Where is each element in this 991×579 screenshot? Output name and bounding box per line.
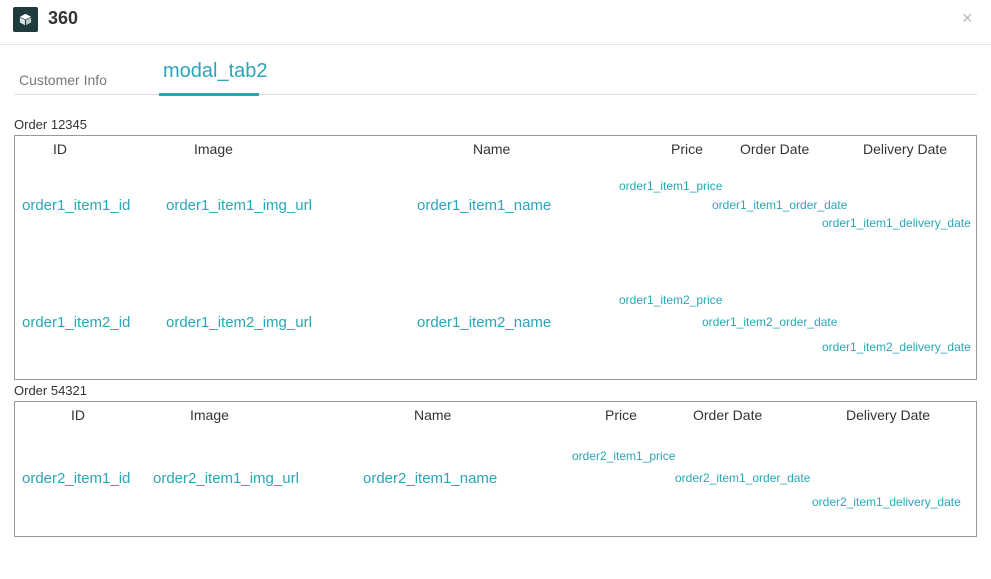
tab-modal-tab2-label: modal_tab2 [163, 60, 268, 82]
item-order-date: order1_item2_order_date [702, 315, 838, 329]
item-image-url: order1_item1_img_url [166, 197, 312, 214]
item-delivery-date: order2_item1_delivery_date [812, 495, 961, 509]
column-header-order-date: Order Date [740, 141, 810, 157]
column-header-price: Price [605, 407, 637, 423]
order-table: ID Image Name Price Order Date Delivery … [14, 401, 977, 537]
modal-title: 360 [48, 8, 79, 28]
item-name: order2_item1_name [363, 470, 498, 487]
column-header-price: Price [671, 141, 703, 157]
item-delivery-date: order1_item2_delivery_date [822, 340, 971, 354]
column-header-image: Image [190, 407, 229, 423]
tab-customer-info[interactable]: Customer Info [19, 72, 107, 88]
order-table: ID Image Name Price Order Date Delivery … [14, 135, 977, 380]
item-id: order1_item1_id [22, 197, 131, 214]
column-header-id: ID [71, 407, 85, 423]
column-header-name: Name [473, 141, 511, 157]
order-label: Order 12345 [14, 117, 87, 132]
column-header-delivery-date: Delivery Date [846, 407, 931, 423]
close-icon[interactable]: × [962, 8, 973, 28]
tab-modal-tab2[interactable]: modal_tab2 [159, 56, 268, 96]
cube-icon [13, 7, 38, 32]
column-header-image: Image [194, 141, 233, 157]
item-name: order1_item1_name [417, 197, 552, 214]
item-image-url: order1_item2_img_url [166, 314, 312, 331]
item-name: order1_item2_name [417, 314, 552, 331]
item-order-date: order2_item1_order_date [675, 471, 811, 485]
modal-header: 360 × [0, 0, 991, 45]
tab-bar: Customer Info modal_tab2 [14, 56, 977, 96]
order-label: Order 54321 [14, 383, 87, 398]
item-image-url: order2_item1_img_url [153, 470, 299, 487]
item-price: order1_item2_price [619, 293, 723, 307]
column-header-name: Name [414, 407, 452, 423]
item-id: order2_item1_id [22, 470, 131, 487]
item-delivery-date: order1_item1_delivery_date [822, 216, 971, 230]
item-price: order1_item1_price [619, 179, 723, 193]
item-id: order1_item2_id [22, 314, 131, 331]
item-price: order2_item1_price [572, 449, 676, 463]
item-order-date: order1_item1_order_date [712, 198, 848, 212]
column-header-delivery-date: Delivery Date [863, 141, 948, 157]
column-header-order-date: Order Date [693, 407, 763, 423]
column-header-id: ID [53, 141, 67, 157]
